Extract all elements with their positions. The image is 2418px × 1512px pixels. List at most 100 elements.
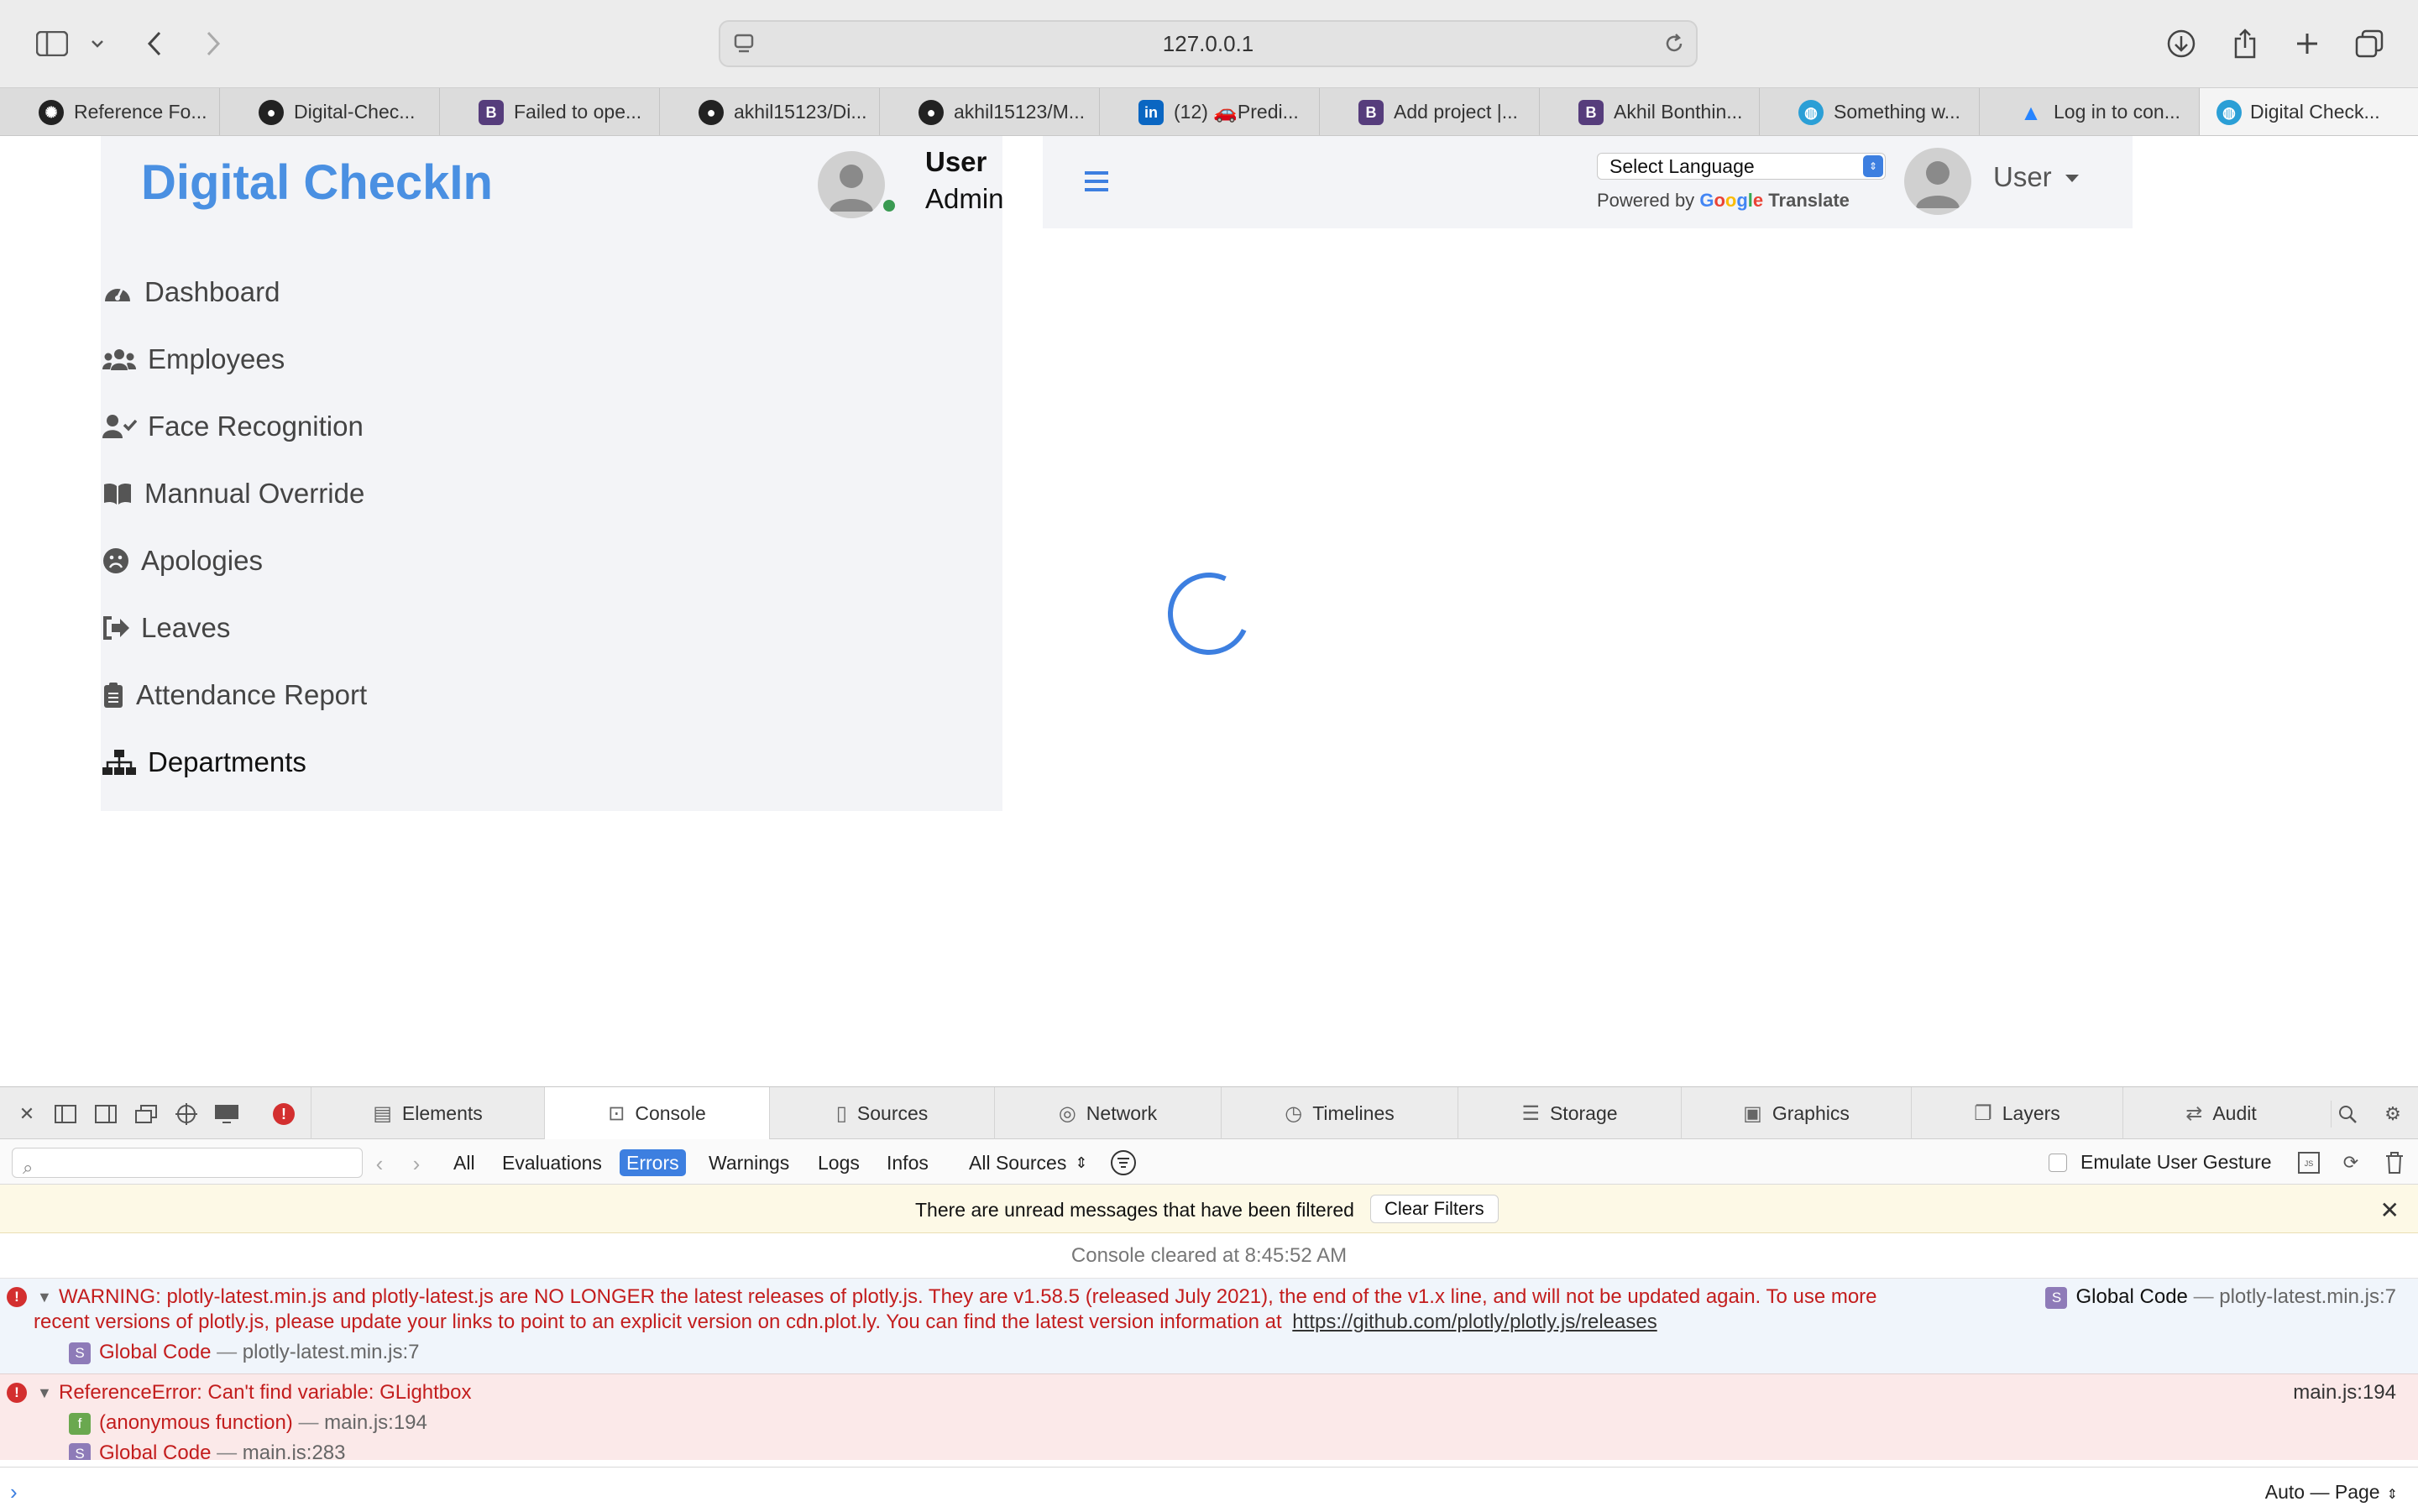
releases-link[interactable]: https://github.com/plotly/plotly.js/rele…	[1292, 1311, 1656, 1333]
tab-layers[interactable]: ❐ Layers	[1911, 1087, 2122, 1139]
browser-tab[interactable]: in (12) 🚗Predi...	[1100, 88, 1320, 135]
trash-icon[interactable]	[2381, 1149, 2408, 1176]
console-warning-message[interactable]: ! ▼ WARNING: plotly-latest.min.js and pl…	[0, 1279, 2418, 1374]
stack-frame[interactable]: S Global Code — plotly-latest.min.js:7	[69, 1341, 420, 1364]
browser-tab[interactable]: ● akhil15123/M...	[880, 88, 1100, 135]
downloads-icon[interactable]	[2159, 22, 2203, 65]
tab-overview-icon[interactable]	[2347, 22, 2391, 65]
tab-elements[interactable]: ▤ Elements	[311, 1087, 544, 1139]
chevron-down-icon[interactable]	[81, 22, 114, 65]
filter-infos[interactable]: Infos	[880, 1149, 935, 1176]
sidebar-item-label: Leaves	[141, 612, 231, 643]
filter-logs[interactable]: Logs	[811, 1149, 866, 1176]
dock-bottom-icon[interactable]	[52, 1101, 79, 1127]
disclosure-triangle-icon[interactable]: ▼	[37, 1289, 52, 1306]
close-icon[interactable]: ✕	[2380, 1196, 2400, 1224]
frame-source[interactable]: plotly-latest.min.js:7	[243, 1341, 420, 1363]
user-menu-label[interactable]: User	[1993, 161, 2052, 193]
filter-all[interactable]: All	[447, 1149, 482, 1176]
frame-source[interactable]: plotly-latest.min.js:7	[2219, 1285, 2396, 1308]
device-icon[interactable]	[213, 1101, 240, 1127]
sidebar-item-employees[interactable]: Employees	[101, 334, 285, 385]
frame-name: Global Code	[99, 1341, 212, 1363]
caret-down-icon[interactable]	[2065, 175, 2079, 182]
console-error-message[interactable]: ! ▼ ReferenceError: Can't find variable:…	[0, 1374, 2418, 1460]
loading-spinner-icon	[1156, 561, 1262, 667]
console-filter-bar: ⌕ ‹ › All Evaluations Errors Warnings Lo…	[0, 1139, 2418, 1185]
emulate-user-gesture[interactable]: Emulate User Gesture	[2049, 1151, 2272, 1174]
frame-source[interactable]: main.js:283	[243, 1441, 346, 1460]
translate-link[interactable]: Translate	[1768, 190, 1850, 211]
forward-icon[interactable]	[191, 22, 235, 65]
google-logo: Google	[1699, 190, 1764, 211]
menu-icon[interactable]	[1080, 165, 1113, 198]
browser-tab[interactable]: B Akhil Bonthin...	[1540, 88, 1760, 135]
new-tab-icon[interactable]	[2285, 22, 2329, 65]
console-prompt[interactable]: › Auto — Page ⇕	[0, 1467, 2418, 1512]
brand-title[interactable]: Digital CheckIn	[141, 154, 493, 211]
frame-source[interactable]: main.js:194	[324, 1411, 427, 1434]
sidebar-item-departments[interactable]: Departments	[101, 737, 306, 787]
share-icon[interactable]	[2223, 22, 2267, 65]
gear-icon[interactable]: ⚙	[2379, 1101, 2406, 1127]
sidebar-item-attendance-report[interactable]: Attendance Report	[101, 670, 367, 720]
audit-icon: ⇄	[2185, 1101, 2203, 1125]
tab-timelines[interactable]: ◷ Timelines	[1221, 1087, 1458, 1139]
browser-tab[interactable]: ◍ Something w...	[1760, 88, 1980, 135]
reload-icon[interactable]	[1662, 32, 1686, 61]
target-icon[interactable]	[173, 1101, 200, 1127]
detach-icon[interactable]	[133, 1101, 160, 1127]
avatar	[818, 151, 885, 218]
refresh-icon[interactable]: ⟳	[2337, 1149, 2364, 1176]
browser-tab[interactable]: ● akhil15123/Di...	[660, 88, 880, 135]
message-location[interactable]: main.js:194	[2293, 1381, 2396, 1405]
elements-icon: ▤	[373, 1101, 392, 1125]
tab-sources[interactable]: ▯ Sources	[769, 1087, 994, 1139]
stack-frame[interactable]: S Global Code — main.js:283	[69, 1441, 346, 1460]
sidebar-item-dashboard[interactable]: Dashboard	[101, 267, 280, 317]
tab-storage[interactable]: ☰ Storage	[1458, 1087, 1681, 1139]
clear-filters-button[interactable]: Clear Filters	[1370, 1195, 1499, 1223]
tab-network[interactable]: ◎ Network	[994, 1087, 1221, 1139]
javascript-icon[interactable]: JS	[2295, 1149, 2322, 1176]
stack-frame[interactable]: f (anonymous function) — main.js:194	[69, 1411, 427, 1435]
filter-input[interactable]: ⌕	[12, 1148, 363, 1178]
previous-icon[interactable]: ‹	[363, 1151, 396, 1176]
tab-graphics[interactable]: ▣ Graphics	[1681, 1087, 1911, 1139]
language-select[interactable]: Select Language ⇕	[1597, 153, 1886, 180]
message-location[interactable]: S Global Code — plotly-latest.min.js:7	[2045, 1285, 2396, 1309]
address-bar[interactable]: 127.0.0.1	[719, 20, 1698, 67]
tab-audit[interactable]: ⇄ Audit	[2122, 1087, 2319, 1139]
close-icon[interactable]: ✕	[13, 1101, 40, 1127]
tab-console[interactable]: ⊡ Console	[544, 1087, 769, 1139]
dock-right-icon[interactable]	[92, 1101, 119, 1127]
sidebar-item-mannual-override[interactable]: Mannual Override	[101, 468, 364, 519]
tab-label: akhil15123/M...	[954, 100, 1085, 123]
browser-tab[interactable]: ▲ Log in to con...	[1980, 88, 2200, 135]
disclosure-triangle-icon[interactable]: ▼	[37, 1384, 52, 1402]
sidebar-item-face-recognition[interactable]: Face Recognition	[101, 401, 364, 452]
inspector-tab-bar: ✕ ! ▤ Elements ⊡ Console ▯ Sources ◎ Networ	[0, 1087, 2418, 1139]
emulate-checkbox[interactable]	[2049, 1153, 2067, 1172]
search-icon[interactable]	[2331, 1101, 2358, 1127]
execution-context-select[interactable]: Auto — Page ⇕	[2265, 1481, 2398, 1504]
browser-tab[interactable]: ✺ Reference Fo...	[0, 88, 220, 135]
sidebar-item-leaves[interactable]: Leaves	[101, 603, 230, 653]
filter-warnings[interactable]: Warnings	[702, 1149, 796, 1176]
browser-tab[interactable]: B Add project |...	[1320, 88, 1540, 135]
next-icon[interactable]: ›	[400, 1151, 433, 1176]
filter-errors[interactable]: Errors	[620, 1149, 686, 1176]
browser-tab[interactable]: B Failed to ope...	[440, 88, 660, 135]
search-icon: ⌕	[23, 1157, 34, 1178]
page-settings-icon[interactable]	[732, 32, 756, 61]
avatar[interactable]	[1904, 148, 1971, 215]
filter-options-icon[interactable]	[1103, 1149, 1144, 1176]
sources-select[interactable]: All Sources ⇕	[962, 1149, 1094, 1176]
sidebar-item-apologies[interactable]: Apologies	[101, 536, 263, 586]
filter-evaluations[interactable]: Evaluations	[495, 1149, 609, 1176]
sidebar-toggle-icon[interactable]	[30, 22, 74, 65]
error-breakpoint-icon[interactable]: !	[270, 1101, 297, 1127]
browser-tab-active[interactable]: ◍ Digital Check...	[2200, 88, 2418, 135]
back-icon[interactable]	[133, 22, 176, 65]
browser-tab[interactable]: ● Digital-Chec...	[220, 88, 440, 135]
